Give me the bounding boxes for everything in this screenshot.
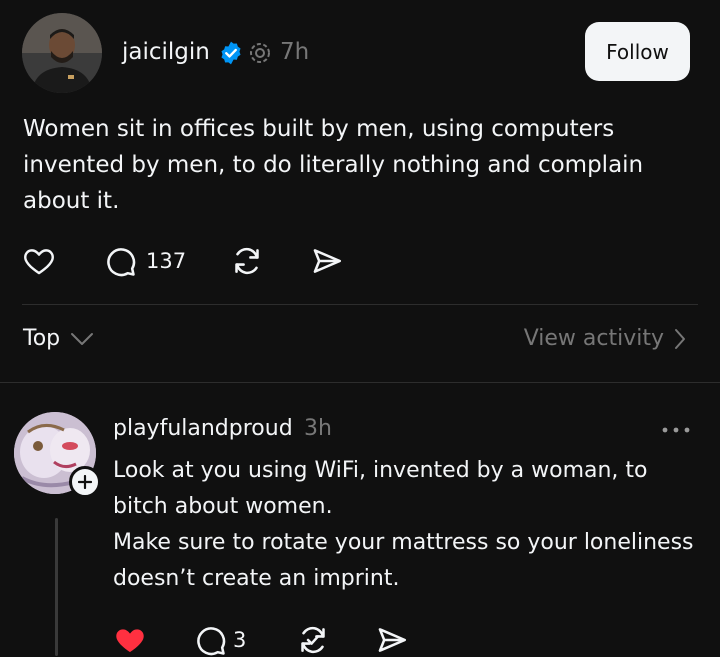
follow-plus-button[interactable] [69, 466, 101, 498]
reply-count: 137 [146, 249, 187, 273]
send-icon [378, 628, 407, 652]
reply-comment-button[interactable]: 3 [193, 623, 246, 657]
chevron-right-icon [675, 328, 685, 349]
sort-label: Top [23, 326, 61, 351]
threads-activity-icon [250, 43, 270, 63]
heart-icon [24, 249, 54, 275]
reply-share-button[interactable] [375, 623, 409, 657]
thread-connector-line [55, 518, 58, 656]
verified-badge-icon [221, 41, 241, 65]
send-icon [313, 249, 342, 273]
like-button[interactable] [22, 244, 56, 278]
reply-text-line: Look at you using WiFi, invented by a wo… [113, 458, 648, 483]
post-timestamp: 7h [280, 39, 310, 65]
reply-text-line: Make sure to rotate your mattress so you… [113, 530, 694, 555]
reply-button[interactable]: 137 [103, 244, 186, 278]
author-avatar[interactable] [22, 13, 102, 93]
reply-like-button[interactable] [113, 623, 147, 657]
divider [0, 382, 720, 383]
view-activity-link[interactable]: View activity [524, 326, 686, 351]
reply-text: Look at you using WiFi, invented by a wo… [113, 453, 713, 597]
share-button[interactable] [310, 244, 344, 278]
repost-icon [301, 626, 325, 654]
repost-button[interactable] [230, 244, 264, 278]
reply-timestamp: 3h [304, 416, 332, 441]
divider [22, 304, 698, 305]
post-text: Women sit in offices built by men, using… [23, 116, 644, 214]
reply-text-line: doesn’t create an imprint. [113, 566, 400, 591]
repost-icon [235, 247, 259, 275]
reply-repost-button[interactable] [296, 623, 330, 657]
comment-icon [197, 627, 226, 656]
follow-button[interactable]: Follow [585, 22, 690, 81]
author-username[interactable]: jaicilgin [122, 37, 210, 67]
reply-comment-count: 3 [233, 628, 247, 652]
more-options-icon[interactable] [660, 420, 692, 440]
view-activity-label: View activity [523, 326, 664, 351]
comment-icon [107, 248, 136, 277]
sort-dropdown[interactable]: Top [23, 326, 94, 351]
plus-icon [78, 475, 92, 489]
reply-text-line: bitch about women. [113, 494, 333, 519]
reply-username[interactable]: playfulandproud [113, 414, 293, 444]
heart-filled-icon [116, 629, 144, 653]
chevron-down-icon [71, 332, 94, 345]
